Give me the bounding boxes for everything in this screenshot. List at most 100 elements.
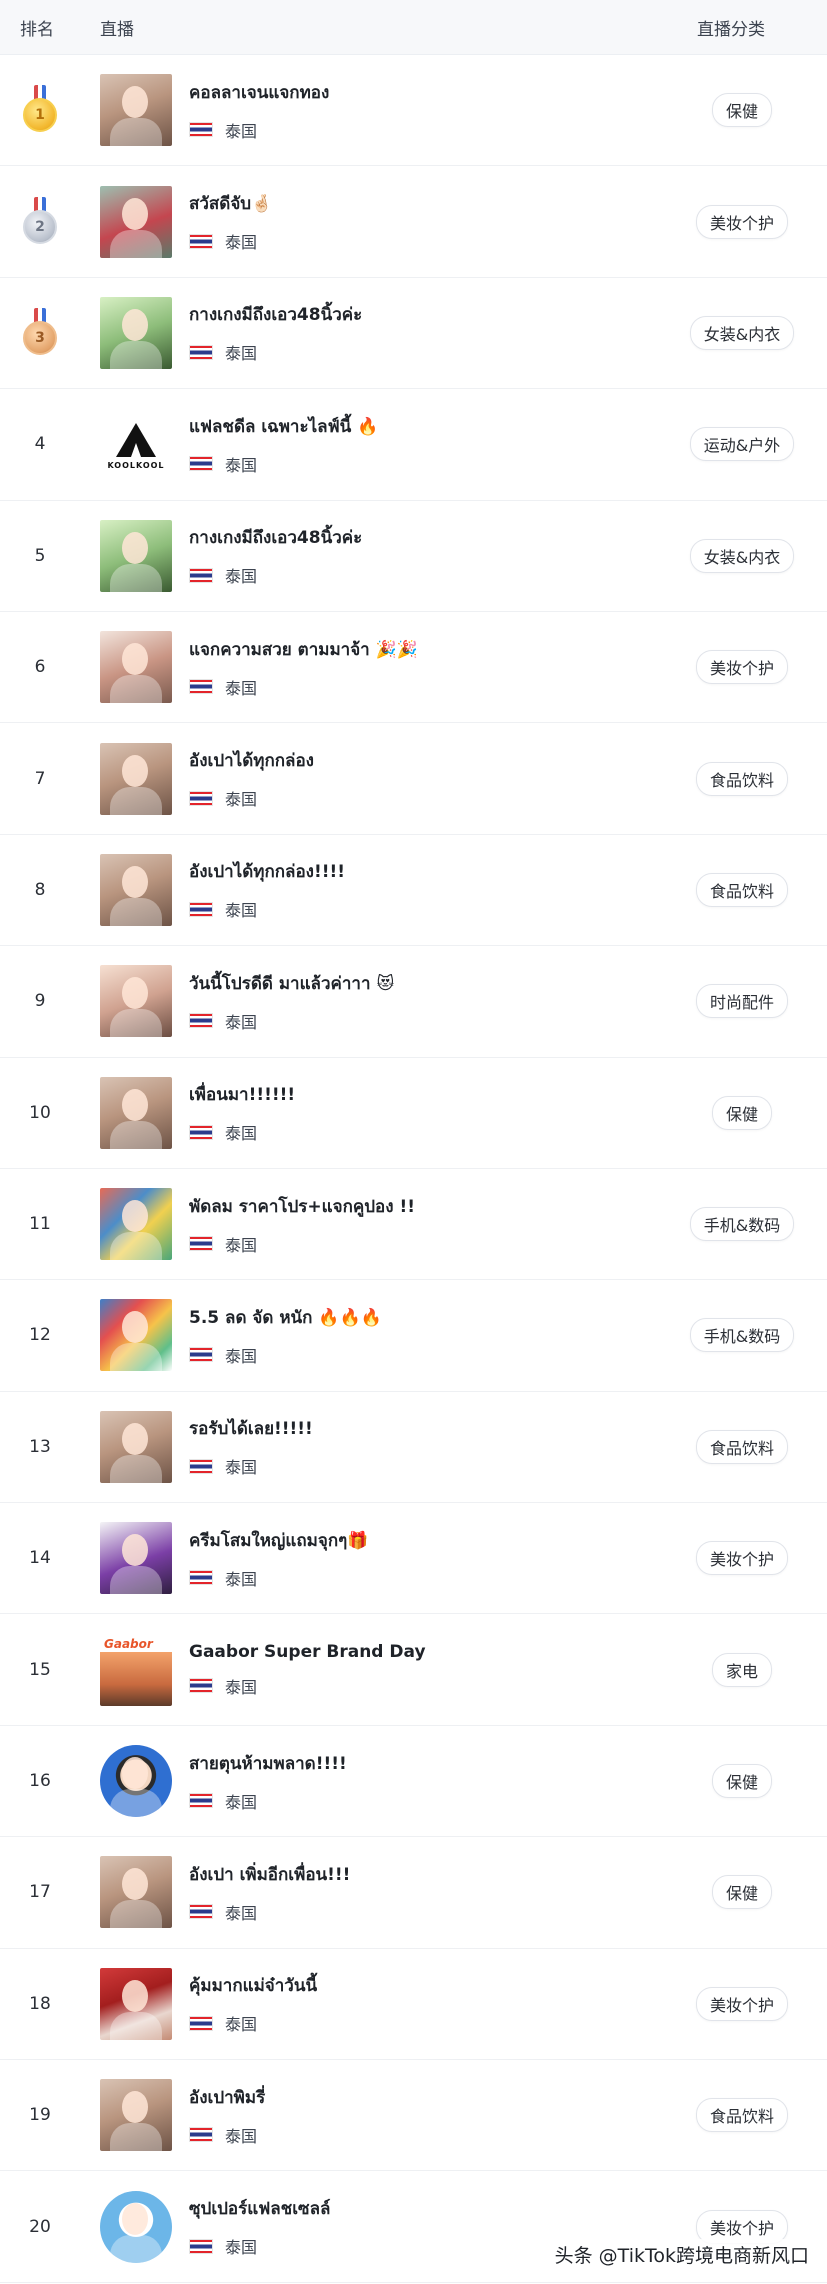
streamer-avatar[interactable] xyxy=(100,1299,172,1372)
table-row[interactable]: 8 อังเปาได้ทุกกล่อง!!!! 泰国 食品饮料 xyxy=(0,835,827,947)
streamer-avatar[interactable] xyxy=(100,1967,172,2040)
stream-title[interactable]: อังเปาพิมรี่ xyxy=(189,2084,667,2111)
stream-title[interactable]: พัดลม ราคาโปร+แจกคูปอง !! xyxy=(189,1193,667,1220)
streamer-avatar[interactable] xyxy=(100,1410,172,1483)
rank-number: 10 xyxy=(29,1102,51,1123)
table-row[interactable]: 7 อังเปาได้ทุกกล่อง 泰国 食品饮料 xyxy=(0,723,827,835)
category-tag[interactable]: 食品饮料 xyxy=(695,761,788,796)
category-tag[interactable]: 美妆个护 xyxy=(695,204,788,239)
rank-cell: 3 xyxy=(0,307,80,358)
stream-title[interactable]: สายตุนห้ามพลาด!!!! xyxy=(189,1750,667,1777)
table-row[interactable]: 12 5.5 ลด จัด หนัก 🔥🔥🔥 泰国 手机&数码 xyxy=(0,1280,827,1392)
streamer-avatar[interactable] xyxy=(100,74,172,147)
stream-title[interactable]: อังเปา เพิ่มอีกเพื่อน!!! xyxy=(189,1861,667,1888)
stream-title[interactable]: วันนี้โปรดีดี มาแล้วค่าาา 😻 xyxy=(189,970,667,997)
rank-cell: 6 xyxy=(0,657,80,677)
thailand-flag-icon xyxy=(189,1904,213,1920)
thailand-flag-icon xyxy=(189,2127,213,2143)
category-tag[interactable]: 家电 xyxy=(711,1652,772,1687)
table-row[interactable]: 14 ครีมโสมใหญ่แถมจุกๆ🎁 泰国 美妆个护 xyxy=(0,1503,827,1615)
rank-cell: 10 xyxy=(0,1103,80,1123)
streamer-avatar[interactable] xyxy=(100,853,172,926)
stream-title[interactable]: กางเกงมีถึงเอว48นิ้วค่ะ xyxy=(189,301,667,328)
streamer-avatar[interactable] xyxy=(100,296,172,369)
category-tag[interactable]: 时尚配件 xyxy=(695,984,788,1019)
stream-title[interactable]: 5.5 ลด จัด หนัก 🔥🔥🔥 xyxy=(189,1304,667,1331)
category-tag[interactable]: 食品饮料 xyxy=(695,1429,788,1464)
category-cell: 运动&户外 xyxy=(667,427,827,462)
category-tag[interactable]: 手机&数码 xyxy=(689,1318,795,1353)
thailand-flag-icon xyxy=(189,567,213,583)
table-row[interactable]: 10 เพื่อนมา!!!!!! 泰国 保健 xyxy=(0,1058,827,1169)
stream-title[interactable]: อังเปาได้ทุกกล่อง!!!! xyxy=(189,858,667,885)
category-cell: 保健 xyxy=(667,93,827,128)
table-row[interactable]: 18 คุ้มมากแม่จ๋าวันนี้ 泰国 美妆个护 xyxy=(0,1949,827,2061)
table-row[interactable]: 1 คอลลาเจนแจกทอง 泰国 保健 xyxy=(0,55,827,167)
table-row[interactable]: 15 Gaabor Gaabor Super Brand Day 泰国 家电 xyxy=(0,1614,827,1726)
table-row[interactable]: 11 พัดลม ราคาโปร+แจกคูปอง !! 泰国 手机&数码 xyxy=(0,1169,827,1281)
category-tag[interactable]: 保健 xyxy=(711,1764,772,1799)
category-tag[interactable]: 食品饮料 xyxy=(695,2098,788,2133)
silver-medal-icon: 2 xyxy=(22,196,58,247)
stream-title[interactable]: คุ้มมากแม่จ๋าวันนี้ xyxy=(189,1972,667,1999)
category-tag[interactable]: 保健 xyxy=(711,1095,772,1130)
streamer-avatar[interactable] xyxy=(100,631,172,704)
country-name: 泰国 xyxy=(225,1235,258,1255)
streamer-avatar[interactable] xyxy=(100,1522,172,1595)
country-name: 泰国 xyxy=(225,901,258,921)
header-live: 直播 xyxy=(100,19,134,40)
category-tag[interactable]: 美妆个护 xyxy=(695,1986,788,2021)
streamer-avatar[interactable] xyxy=(100,965,172,1038)
category-cell: 时尚配件 xyxy=(667,984,827,1019)
rank-cell: 20 xyxy=(0,2217,80,2237)
stream-title[interactable]: รอรับได้เลย!!!!! xyxy=(189,1415,667,1442)
table-row[interactable]: 17 อังเปา เพิ่มอีกเพื่อน!!! 泰国 保健 xyxy=(0,1837,827,1949)
stream-title[interactable]: Gaabor Super Brand Day xyxy=(189,1642,667,1662)
table-row[interactable]: 13 รอรับได้เลย!!!!! 泰国 食品饮料 xyxy=(0,1392,827,1504)
rank-cell: 13 xyxy=(0,1437,80,1457)
table-row[interactable]: 4 KOOLKOOL แฟลชดีล เฉพาะไลฟ์นี้ 🔥 泰国 运动&户外 xyxy=(0,389,827,501)
stream-title[interactable]: เพื่อนมา!!!!!! xyxy=(189,1081,667,1108)
category-tag[interactable]: 保健 xyxy=(711,93,772,128)
table-row[interactable]: 5 กางเกงมีถึงเอว48นิ้วค่ะ 泰国 女装&内衣 xyxy=(0,501,827,612)
table-row[interactable]: 6 แจกความสวย ตามมาจ้า 🎉🎉 泰国 美妆个护 xyxy=(0,612,827,724)
category-tag[interactable]: 手机&数码 xyxy=(689,1207,795,1242)
category-tag[interactable]: 女装&内衣 xyxy=(689,315,795,350)
streamer-avatar[interactable] xyxy=(100,742,172,815)
thailand-flag-icon xyxy=(189,1458,213,1474)
streamer-avatar[interactable] xyxy=(100,2079,172,2152)
category-tag[interactable]: 保健 xyxy=(711,1875,772,1910)
table-row[interactable]: 3 กางเกงมีถึงเอว48นิ้วค่ะ 泰国 女装&内衣 xyxy=(0,278,827,390)
stream-title[interactable]: แจกความสวย ตามมาจ้า 🎉🎉 xyxy=(189,636,667,663)
stream-title[interactable]: สวัสดีจับ🤞🏻 xyxy=(189,190,667,217)
streamer-avatar[interactable] xyxy=(100,1076,172,1149)
stream-title[interactable]: อังเปาได้ทุกกล่อง xyxy=(189,747,667,774)
country-line: 泰国 xyxy=(189,563,667,587)
table-row[interactable]: 19 อังเปาพิมรี่ 泰国 食品饮料 xyxy=(0,2060,827,2172)
category-tag[interactable]: 食品饮料 xyxy=(695,872,788,907)
country-line: 泰国 xyxy=(189,229,667,253)
streamer-avatar[interactable] xyxy=(100,2190,172,2263)
streamer-avatar[interactable] xyxy=(100,185,172,258)
table-row[interactable]: 2 สวัสดีจับ🤞🏻 泰国 美妆个护 xyxy=(0,166,827,278)
stream-title[interactable]: แฟลชดีล เฉพาะไลฟ์นี้ 🔥 xyxy=(189,413,667,440)
stream-title[interactable]: คอลลาเจนแจกทอง xyxy=(189,79,667,106)
category-cell: 保健 xyxy=(667,1095,827,1130)
category-tag[interactable]: 女装&内衣 xyxy=(689,538,795,573)
table-row[interactable]: 16 สายตุนห้ามพลาด!!!! 泰国 保健 xyxy=(0,1726,827,1838)
streamer-avatar[interactable]: KOOLKOOL xyxy=(100,408,172,481)
streamer-avatar[interactable] xyxy=(100,1745,172,1818)
stream-info: เพื่อนมา!!!!!! 泰国 xyxy=(172,1081,667,1144)
thailand-flag-icon xyxy=(189,1236,213,1252)
category-tag[interactable]: 美妆个护 xyxy=(695,650,788,685)
streamer-avatar[interactable] xyxy=(100,519,172,592)
category-tag[interactable]: 美妆个护 xyxy=(695,1541,788,1576)
stream-title[interactable]: กางเกงมีถึงเอว48นิ้วค่ะ xyxy=(189,524,667,551)
stream-title[interactable]: ครีมโสมใหญ่แถมจุกๆ🎁 xyxy=(189,1527,667,1554)
streamer-avatar[interactable]: Gaabor xyxy=(100,1633,172,1706)
category-tag[interactable]: 运动&户外 xyxy=(689,427,795,462)
table-row[interactable]: 9 วันนี้โปรดีดี มาแล้วค่าาา 😻 泰国 时尚配件 xyxy=(0,946,827,1058)
streamer-avatar[interactable] xyxy=(100,1856,172,1929)
streamer-avatar[interactable] xyxy=(100,1188,172,1261)
stream-title[interactable]: ซุปเปอร์แฟลชเซลล์ xyxy=(189,2195,667,2222)
